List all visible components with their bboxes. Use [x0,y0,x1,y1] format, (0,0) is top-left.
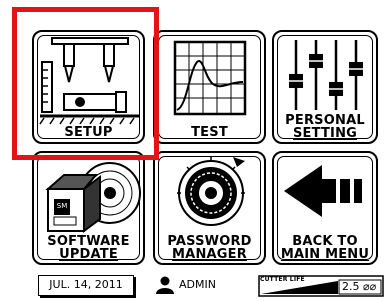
status-bar: JUL. 14, 2011 ADMIN CUTTER LIFE 2.5 ⌀⌀ [0,272,384,301]
user-name: ADMIN [179,278,216,291]
date-display: JUL. 14, 2011 [38,275,134,296]
test-tile[interactable]: TEST [153,30,266,144]
back-to-main-menu-tile[interactable]: BACK TO MAIN MENU [272,151,378,265]
password-manager-tile[interactable]: PASSWORD MANAGER [153,151,266,265]
back-to-main-menu-label-2: MAIN MENU [280,247,370,262]
software-update-tile[interactable]: SM SOFTWARE UPDATE [32,151,145,265]
setup-label: SETUP [64,125,113,140]
personal-setting-tile[interactable]: PERSONAL SETTING [272,30,378,144]
cutter-life-value: 2.5 ⌀⌀ [342,280,377,293]
personal-setting-label-2: SETTING [292,126,358,141]
cutter-life-indicator: CUTTER LIFE 2.5 ⌀⌀ [258,275,384,297]
password-manager-label-2: MANAGER [172,247,247,262]
test-label: TEST [191,125,228,140]
cutter-life-label: CUTTER LIFE [260,276,305,283]
user-icon [156,276,174,294]
software-update-label-2: UPDATE [59,247,118,262]
setup-tile[interactable]: SETUP [32,30,145,144]
svg-text:SM: SM [57,202,67,210]
